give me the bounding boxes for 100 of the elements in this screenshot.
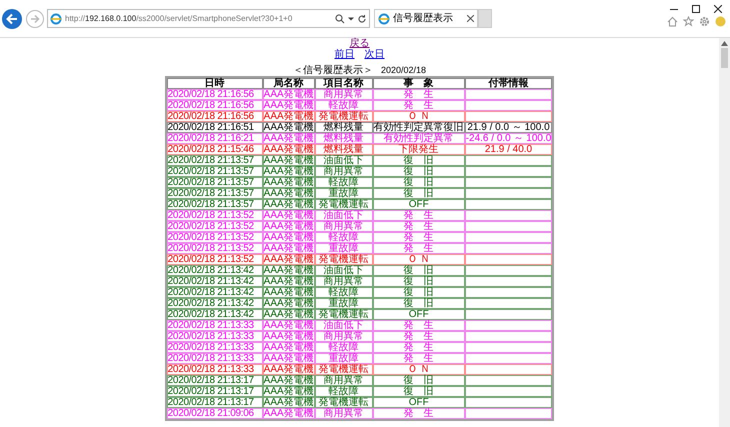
- table-cell: 発電機運転: [314, 199, 373, 210]
- home-icon[interactable]: [667, 16, 678, 27]
- star-icon[interactable]: [683, 16, 694, 27]
- table-cell: 2020/02/18 21:13:42: [166, 309, 263, 320]
- table-cell: 油面低下: [314, 210, 373, 221]
- table-cell: 2020/02/18 21:16:56: [166, 111, 263, 122]
- table-cell: Ｏ Ｎ: [372, 364, 465, 375]
- table-cell: 復 旧: [372, 155, 465, 166]
- table-cell: 軽故障: [314, 177, 373, 188]
- table-cell: 発 生: [372, 210, 465, 221]
- table-cell: 2020/02/18 21:13:52: [166, 254, 263, 265]
- table-cell: AAA発電機: [262, 342, 315, 353]
- table-cell: 油面低下: [314, 155, 373, 166]
- scroll-up-icon[interactable]: [721, 41, 728, 46]
- table-cell: 商用異常: [314, 89, 373, 100]
- url-text: http://192.168.0.100/ss2000/servlet/SmartphoneServlet?30+1+0: [65, 12, 294, 24]
- table-cell: 21.9 / 0.0 ～ 100.0: [464, 122, 552, 133]
- close-icon[interactable]: [714, 5, 722, 13]
- table-cell: AAA発電機: [262, 309, 315, 320]
- table-cell: 燃料残量: [314, 122, 373, 133]
- table-cell: 2020/02/18 21:13:33: [166, 320, 263, 331]
- close-icon[interactable]: [467, 15, 474, 22]
- table-cell: 2020/02/18 21:13:57: [166, 199, 263, 210]
- scrollbar[interactable]: [719, 38, 730, 427]
- address-field[interactable]: http://192.168.0.100/ss2000/servlet/SmartphoneServlet?30+1+0: [47, 9, 370, 28]
- table-cell: 2020/02/18 21:13:52: [166, 232, 263, 243]
- table-cell: 2020/02/18 21:13:42: [166, 287, 263, 298]
- table-cell: 発電機運転: [314, 309, 373, 320]
- table-cell: 油面低下: [314, 320, 373, 331]
- table-cell: 2020/02/18 21:16:21: [166, 133, 263, 144]
- table-cell: 2020/02/18 21:13:57: [166, 155, 263, 166]
- table-cell: AAA発電機: [262, 243, 315, 254]
- next-day-link[interactable]: 次日: [364, 49, 384, 60]
- table-cell: OFF: [372, 309, 465, 320]
- table-cell: 21.9 / 40.0: [464, 144, 552, 155]
- table-cell: AAA発電機: [262, 166, 315, 177]
- table-cell: 2020/02/18 21:15:46: [166, 144, 263, 155]
- table-cell: 有効性判定異常: [372, 133, 465, 144]
- browser-tab[interactable]: 信号履歴表示: [374, 9, 478, 28]
- table-cell: 発 生: [372, 331, 465, 342]
- table-cell: 油面低下: [314, 265, 373, 276]
- table-cell: 復 旧: [372, 177, 465, 188]
- table-cell: AAA発電機: [262, 254, 315, 265]
- globe-icon: [378, 12, 390, 24]
- table-cell: 軽故障: [314, 100, 373, 111]
- table-cell: 重故障: [314, 188, 373, 199]
- table-cell: AAA発電機: [262, 408, 315, 419]
- table-cell: 2020/02/18 21:13:57: [166, 166, 263, 177]
- table-cell: 発電機運転: [314, 111, 373, 122]
- table-cell: 2020/02/18 21:13:57: [166, 188, 263, 199]
- column-header: 付帯情報: [464, 78, 552, 89]
- table-cell: 発 生: [372, 100, 465, 111]
- table-cell: 商用異常: [314, 375, 373, 386]
- table-cell: 重故障: [314, 298, 373, 309]
- column-header: 事 象: [372, 78, 465, 89]
- table-cell: 2020/02/18 21:13:42: [166, 265, 263, 276]
- refresh-icon[interactable]: [357, 14, 367, 24]
- table-cell: 2020/02/18 21:16:56: [166, 100, 263, 111]
- globe-icon: [50, 12, 62, 24]
- table-cell: 商用異常: [314, 221, 373, 232]
- table-cell: 商用異常: [314, 331, 373, 342]
- table-cell: 2020/02/18 21:13:33: [166, 353, 263, 364]
- table-cell: AAA発電機: [262, 100, 315, 111]
- table-cell: 燃料残量: [314, 144, 373, 155]
- search-icon[interactable]: [335, 14, 345, 24]
- table-cell: 2020/02/18 21:13:52: [166, 243, 263, 254]
- table-cell: 軽故障: [314, 386, 373, 397]
- table-cell: 軽故障: [314, 232, 373, 243]
- table-cell: 下限発生: [372, 144, 465, 155]
- table-cell: AAA発電機: [262, 221, 315, 232]
- table-cell: 発電機運転: [314, 364, 373, 375]
- table-cell: AAA発電機: [262, 375, 315, 386]
- table-caption: ＜信号履歴表示＞: [292, 65, 373, 76]
- table-cell: AAA発電機: [262, 397, 315, 408]
- table-cell: OFF: [372, 397, 465, 408]
- minimize-icon[interactable]: [670, 8, 678, 10]
- table-cell: 2020/02/18 21:13:33: [166, 331, 263, 342]
- table-cell: 2020/02/18 21:13:52: [166, 221, 263, 232]
- column-header: 項目名称: [314, 78, 373, 89]
- scroll-thumb[interactable]: [721, 48, 728, 68]
- dropdown-caret-icon[interactable]: [348, 16, 354, 22]
- table-cell: 復 旧: [372, 276, 465, 287]
- table-cell: AAA発電機: [262, 287, 315, 298]
- table-cell: 発 生: [372, 89, 465, 100]
- table-cell: 発電機運転: [314, 254, 373, 265]
- table-cell: 2020/02/18 21:13:17: [166, 397, 263, 408]
- table-cell: 軽故障: [314, 342, 373, 353]
- table-cell: AAA発電機: [262, 177, 315, 188]
- table-cell: AAA発電機: [262, 265, 315, 276]
- table-cell: 復 旧: [372, 265, 465, 276]
- back-button[interactable]: [2, 8, 22, 28]
- maximize-icon[interactable]: [692, 5, 700, 13]
- table-cell: AAA発電機: [262, 386, 315, 397]
- table-cell: AAA発電機: [262, 188, 315, 199]
- table-cell: AAA発電機: [262, 364, 315, 375]
- table-cell: AAA発電機: [262, 210, 315, 221]
- back-link[interactable]: 戻る: [350, 38, 370, 49]
- table-cell: 発 生: [372, 243, 465, 254]
- table-cell: 2020/02/18 21:13:33: [166, 364, 263, 375]
- previous-day-link[interactable]: 前日: [334, 49, 354, 60]
